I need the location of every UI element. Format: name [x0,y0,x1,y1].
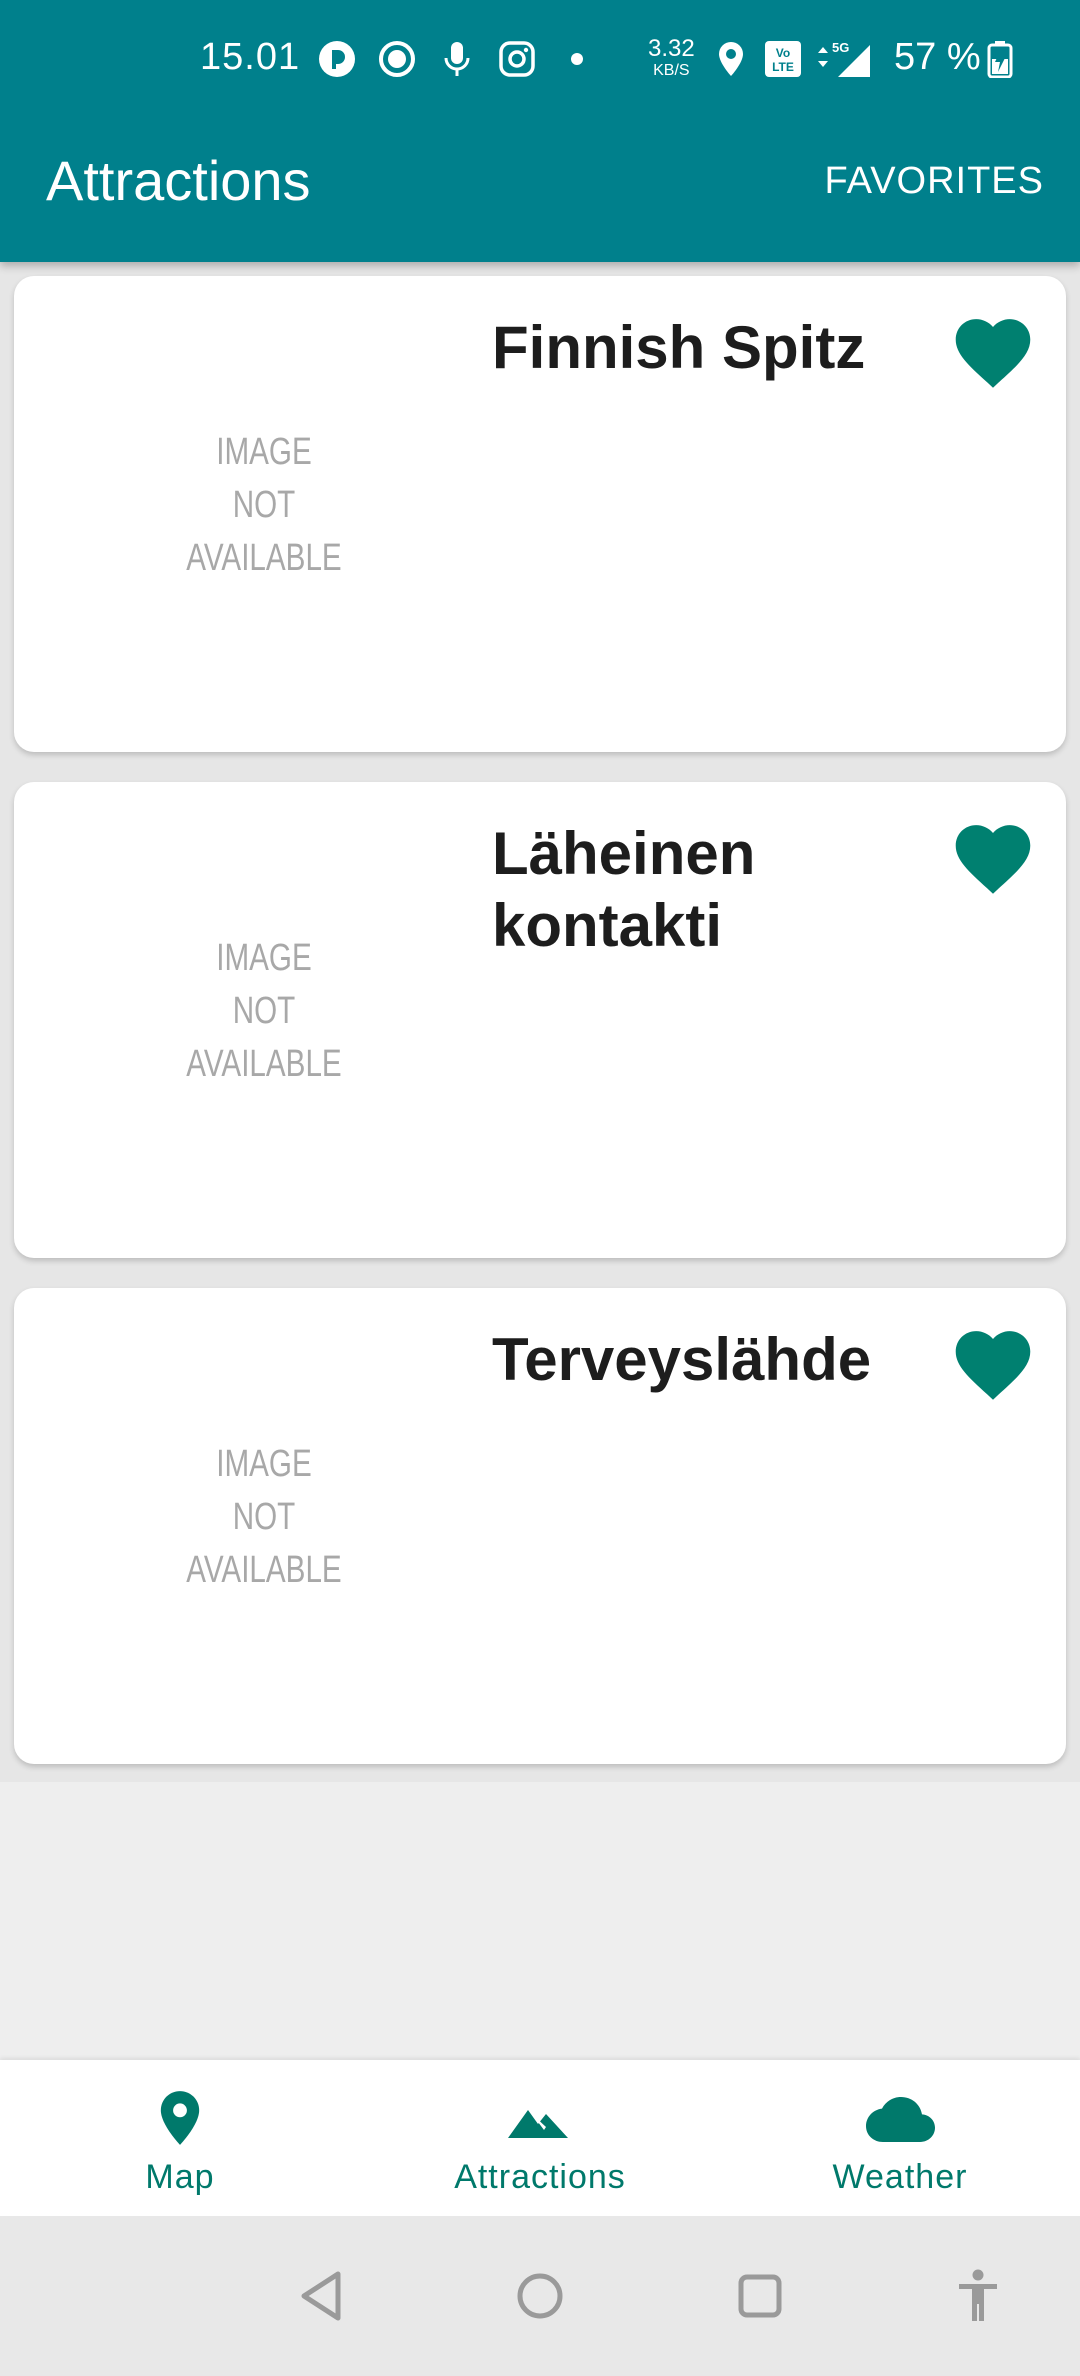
location-icon [712,40,750,78]
attraction-title: Terveyslähde [492,1326,872,1393]
favorites-button[interactable]: FAVORITES [825,160,1044,203]
instagram-icon [498,40,536,78]
nav-weather-label: Weather [832,2158,968,2196]
nav-attractions[interactable]: Attractions [360,2060,720,2216]
attractions-list[interactable]: IMAGE NOT AVAILABLE Finnish Spitz IMAGE … [0,262,1080,1782]
svg-text:LTE: LTE [772,60,794,74]
home-icon[interactable] [508,2264,572,2328]
microphone-icon [438,40,476,78]
attraction-title: Läheinen kontakti [492,820,756,959]
svg-text:Vo: Vo [776,46,790,60]
status-bar: 15.01 3.32 KB/S Vo LTE 5G 57 % [0,0,1080,124]
mountain-icon [360,2086,720,2150]
app-notification-icon [318,40,356,78]
bottom-navigation: Map Attractions Weather [0,2060,1080,2216]
favorite-heart-icon[interactable] [948,308,1038,390]
location-pin-icon [0,2086,360,2150]
network-speed: 3.32 KB/S [648,35,695,80]
image-not-available-placeholder: IMAGE NOT AVAILABLE [186,431,342,579]
image-not-available-placeholder: IMAGE NOT AVAILABLE [186,937,342,1085]
attraction-card[interactable]: IMAGE NOT AVAILABLE Finnish Spitz [14,276,1066,752]
page-title: Attractions [46,149,311,212]
battery-charging-icon [986,40,1014,78]
system-navigation-bar [0,2216,1080,2376]
volte-icon: Vo LTE [764,40,802,78]
status-time: 15.01 [200,36,301,78]
back-icon[interactable] [290,2264,354,2328]
empty-area [0,1782,1080,2060]
cloud-icon [720,2086,1080,2150]
attraction-title: Finnish Spitz [492,314,866,381]
attraction-card[interactable]: IMAGE NOT AVAILABLE Läheinen kontakti [14,782,1066,1258]
favorite-heart-icon[interactable] [948,814,1038,896]
image-not-available-placeholder: IMAGE NOT AVAILABLE [186,1443,342,1591]
nav-attractions-label: Attractions [454,2158,626,2196]
battery-percent: 57 % [894,36,981,78]
record-icon [378,40,416,78]
attraction-card[interactable]: IMAGE NOT AVAILABLE Terveyslähde [14,1288,1066,1764]
accessibility-icon[interactable] [946,2264,1010,2328]
favorite-heart-icon[interactable] [948,1320,1038,1402]
app-bar: 15.01 3.32 KB/S Vo LTE 5G 57 % Attractio… [0,0,1080,262]
nav-map-label: Map [145,2158,215,2196]
more-notifications-dot-icon [558,40,596,78]
nav-weather[interactable]: Weather [720,2060,1080,2216]
signal-5g-icon: 5G [814,40,874,78]
recents-icon[interactable] [728,2264,792,2328]
nav-map[interactable]: Map [0,2060,360,2216]
svg-text:5G: 5G [832,40,849,55]
